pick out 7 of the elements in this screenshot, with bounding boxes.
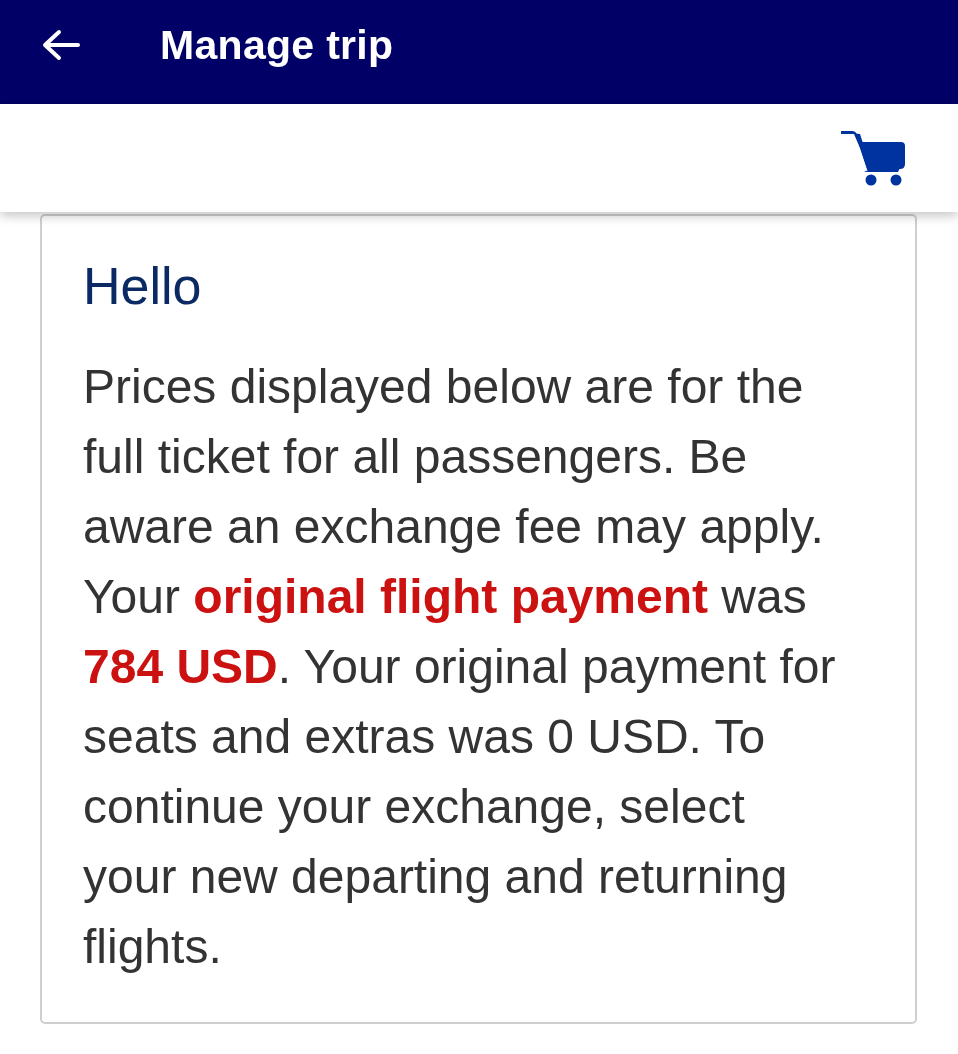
page-title: Manage trip xyxy=(160,21,394,69)
shopping-cart-icon xyxy=(840,130,906,186)
card-heading: Hello xyxy=(83,256,203,317)
back-button[interactable] xyxy=(40,27,82,63)
back-arrow-icon xyxy=(42,29,80,61)
cart-button[interactable] xyxy=(840,130,906,186)
card-body-text: Prices displayed below are for the full ticket for all passengers. Be aware an exchange fee may apply. Your original flight payment was 784 USD. Your original payment for seats and extras was 0 USD. To continue your exchange, select your new departing and returning flights. xyxy=(83,359,837,976)
